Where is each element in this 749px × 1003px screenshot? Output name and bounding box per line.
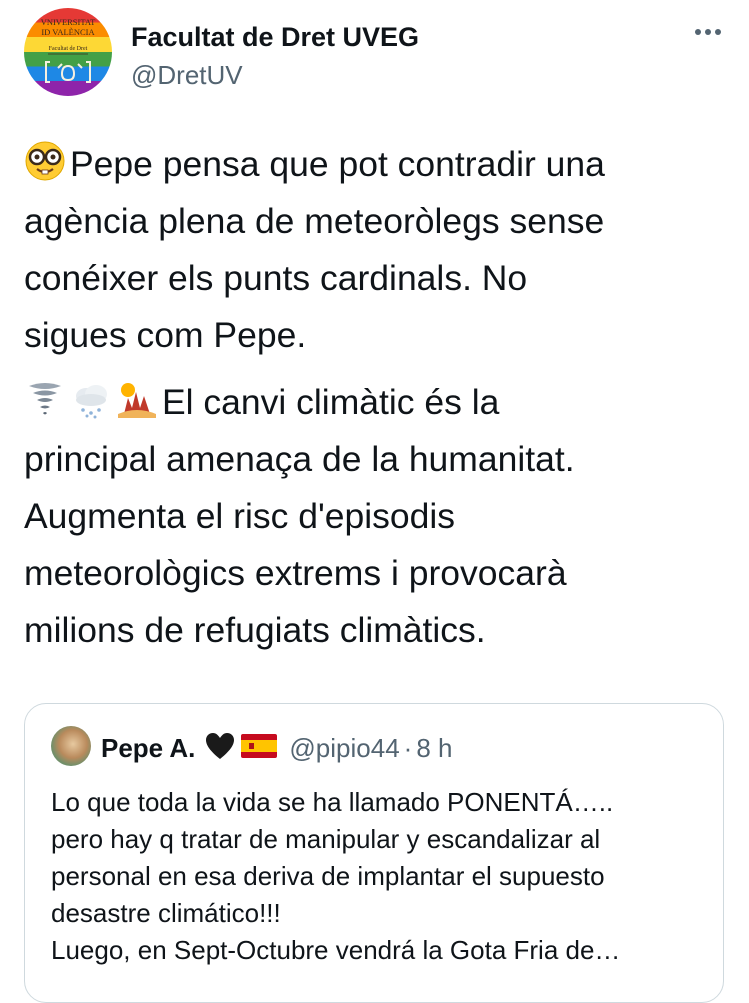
quoted-line-5: Luego, en Sept-Octubre vendrá la Gota Fr… (51, 935, 621, 965)
quoted-tweet[interactable]: Pepe A. @pipio44 · 8 h Lo que toda la vi… (24, 703, 724, 1003)
desert-sun-emoji (116, 378, 158, 420)
separator-dot: · (403, 732, 413, 763)
p1-line-1: Pepe pensa que pot contradir una (70, 144, 605, 184)
p1-line-2: agència plena de meteoròlegs sense (24, 201, 605, 241)
quoted-tweet-text: Lo que toda la vida se ha llamado PONENT… (51, 784, 711, 969)
nerd-face-emoji (24, 140, 66, 182)
p2-line-5: milions de refugiats climàtics. (24, 610, 486, 650)
tweet-text: Pepe pensa que pot contradir una agència… (24, 136, 724, 659)
p2-line-1: El canvi climàtic és la (162, 382, 500, 422)
quoted-author-handle[interactable]: @pipio44 (289, 733, 399, 764)
quoted-author-avatar[interactable] (51, 726, 91, 766)
quoted-line-3: personal en esa deriva de implantar el s… (51, 861, 605, 891)
quoted-author-name[interactable]: Pepe A. (101, 733, 195, 764)
p2-line-3: Augmenta el risc d'episodis (24, 496, 456, 536)
tweet-header: VNIVERSITAT ID VALÈNCIA Facultat de Dret… (24, 8, 725, 98)
p1-line-3: conéixer els punts cardinals. No (24, 258, 528, 298)
author-handle[interactable]: @DretUV (131, 60, 243, 91)
spain-flag-emoji (241, 733, 278, 763)
avatar-logo-line-2: ID VALÈNCIA (41, 27, 95, 37)
avatar-logo-line-3: Facultat de Dret (49, 46, 88, 52)
cloud-snow-emoji (70, 378, 112, 420)
tweet-paragraph-2: El canvi climàtic és la principal amenaç… (24, 374, 724, 659)
avatar-logo-line-1: VNIVERSITAT (41, 17, 96, 27)
quoted-tweet-header: Pepe A. @pipio44 · 8 h (101, 731, 452, 765)
p1-line-4: sigues com Pepe. (24, 315, 307, 355)
more-horizontal-icon[interactable] (691, 22, 725, 42)
author-avatar[interactable]: VNIVERSITAT ID VALÈNCIA Facultat de Dret (24, 8, 112, 96)
tweet-paragraph-1: Pepe pensa que pot contradir una agència… (24, 136, 724, 364)
quoted-line-2: pero hay q tratar de manipular y escanda… (51, 824, 601, 854)
quoted-line-1: Lo que toda la vida se ha llamado PONENT… (51, 787, 614, 817)
black-heart-emoji (205, 732, 235, 765)
p2-line-2: principal amenaça de la humanitat. (24, 439, 575, 479)
quoted-line-4: desastre climático!!! (51, 898, 281, 928)
author-name[interactable]: Facultat de Dret UVEG (131, 22, 419, 53)
quoted-tweet-time[interactable]: 8 h (416, 733, 452, 764)
tornado-emoji (24, 378, 66, 420)
p2-line-4: meteorològics extrems i provocarà (24, 553, 567, 593)
